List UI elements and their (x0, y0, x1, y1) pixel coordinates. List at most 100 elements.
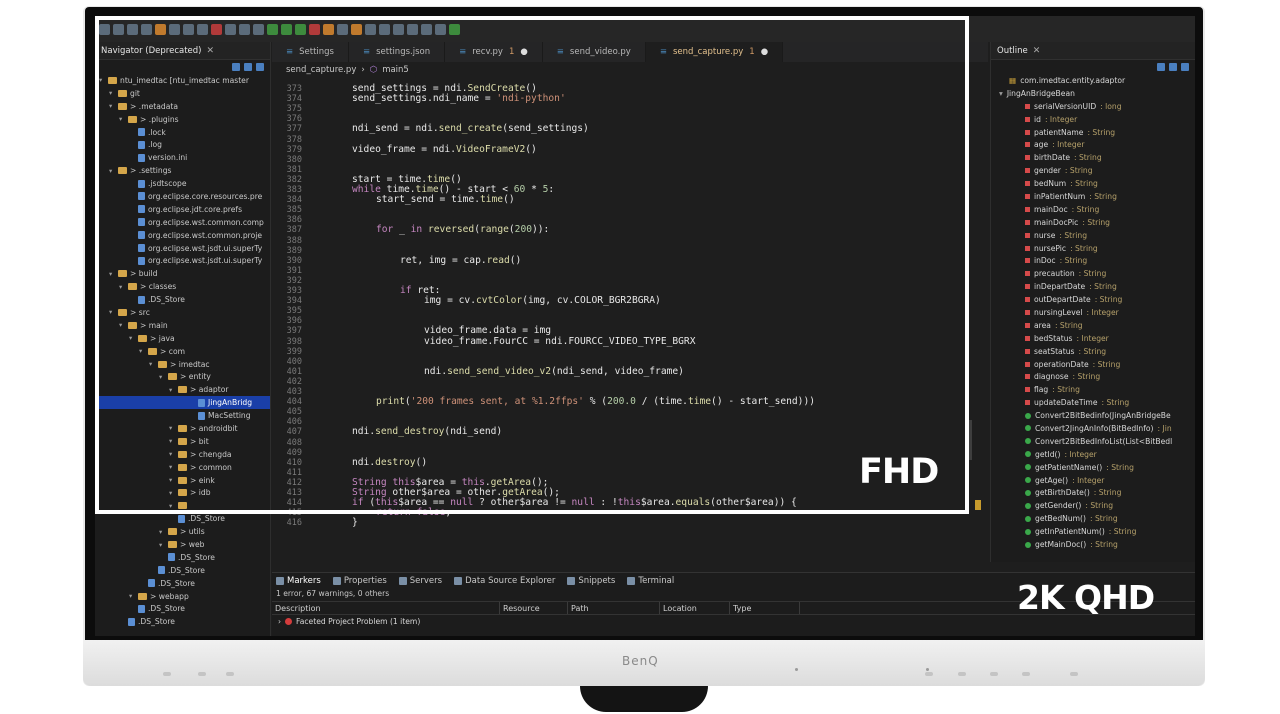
tree-item[interactable]: org.eclipse.wst.common.comp (95, 216, 270, 229)
chevron-down-icon[interactable]: ▾ (109, 308, 115, 316)
tree-item[interactable]: ▾ > entity (95, 370, 270, 383)
link-editor-icon[interactable] (244, 63, 252, 71)
outline-item[interactable]: getInPatientNum(): String (991, 525, 1195, 538)
tree-item[interactable]: .log (95, 138, 270, 151)
forward-icon[interactable] (435, 23, 446, 35)
breadcrumb-symbol[interactable]: main5 (382, 65, 409, 75)
outline-item[interactable]: bedNum: String (991, 177, 1195, 190)
code-line[interactable]: video_frame.FourCC = ndi.FOURCC_VIDEO_TY… (424, 336, 695, 347)
control-button[interactable] (1022, 672, 1030, 676)
chevron-down-icon[interactable]: ▾ (169, 424, 175, 432)
chevron-down-icon[interactable]: ▾ (119, 321, 125, 329)
outline-item[interactable]: bedStatus: Integer (991, 332, 1195, 345)
tree-item[interactable]: ▾ ntu_imedtac [ntu_imedtac master (95, 74, 270, 87)
perspective-icon[interactable] (449, 23, 460, 35)
navigator-title[interactable]: Navigator (Deprecated) (101, 46, 201, 56)
external-tools-icon[interactable] (309, 23, 320, 35)
power-button[interactable] (1070, 672, 1078, 676)
chevron-down-icon[interactable]: ▾ (109, 270, 115, 278)
tree-item[interactable]: JingAnBridg (95, 396, 270, 410)
new-project-icon[interactable] (323, 23, 334, 35)
outline-item[interactable]: Convert2BitBedInfoList(List<BitBedl (991, 435, 1195, 448)
tree-item[interactable]: ▾ > androidbit (95, 422, 270, 435)
tree-item[interactable]: ▾ > webapp (95, 590, 270, 603)
step-return-icon[interactable] (239, 23, 250, 35)
tree-item[interactable]: org.eclipse.wst.common.proje (95, 229, 270, 242)
tree-item[interactable]: org.eclipse.wst.jsdt.ui.superTy (95, 254, 270, 267)
outline-item[interactable]: id: Integer (991, 113, 1195, 126)
outline-item[interactable]: operationDate: String (991, 358, 1195, 371)
tree-item[interactable]: ▾ > idb (95, 487, 270, 500)
column-header[interactable]: Path (568, 602, 660, 614)
editor-tab[interactable]: ≡ Settings (272, 42, 349, 62)
chevron-down-icon[interactable]: ▾ (129, 334, 135, 342)
code-line[interactable]: send_settings.ndi_name = 'ndi-python' (352, 93, 566, 104)
outline-item[interactable]: precaution: String (991, 267, 1195, 280)
next-annotation-icon[interactable] (407, 23, 418, 35)
chevron-down-icon[interactable]: ▾ (169, 437, 175, 445)
code-line[interactable]: video_frame = ndi.VideoFrameV2() (352, 144, 537, 155)
tree-item[interactable]: ▾ > .metadata (95, 100, 270, 113)
save-all-icon[interactable] (127, 23, 138, 35)
outline-item[interactable]: birthDate: String (991, 151, 1195, 164)
outline-item[interactable]: Convert2JingAnInfo(BitBedInfo): Jin (991, 422, 1195, 435)
tree-item[interactable]: .DS_Store (95, 603, 270, 616)
outline-item[interactable]: getMainDoc(): String (991, 538, 1195, 551)
code-line[interactable]: print('200 frames sent, at %1.2ffps' % (… (376, 396, 815, 407)
code-line[interactable]: } (352, 517, 358, 528)
tree-item[interactable]: ▾ > web (95, 538, 270, 551)
build-icon[interactable] (155, 23, 166, 35)
new-file-icon[interactable] (99, 23, 110, 35)
outline-item[interactable]: inDepartDate: String (991, 280, 1195, 293)
control-button[interactable] (958, 672, 966, 676)
chevron-right-icon[interactable]: › (278, 617, 281, 626)
code-line[interactable]: for _ in reversed(range(200)): (376, 224, 549, 235)
tree-item[interactable]: ▾ > common (95, 461, 270, 474)
outline-item[interactable]: getAge(): Integer (991, 474, 1195, 487)
editor-tab[interactable]: ≡ recv.py 1 ● (445, 42, 543, 62)
tree-item[interactable]: ▾ > utils (95, 525, 270, 538)
outline-item[interactable]: area: String (991, 319, 1195, 332)
debug-icon[interactable] (267, 23, 278, 35)
chevron-down-icon[interactable]: ▾ (139, 347, 145, 355)
breadcrumb-file[interactable]: send_capture.py (286, 65, 356, 75)
chevron-down-icon[interactable]: ▾ (109, 89, 115, 97)
tree-item[interactable]: ▾ > adaptor (95, 383, 270, 396)
chevron-down-icon[interactable]: ▾ (169, 489, 175, 497)
save-icon[interactable] (113, 23, 124, 35)
close-icon[interactable]: ✕ (206, 46, 214, 56)
tree-item[interactable]: ▾ > eink (95, 474, 270, 487)
outline-item[interactable]: patientName: String (991, 126, 1195, 139)
chevron-down-icon[interactable]: ▾ (169, 502, 175, 510)
outline-item[interactable]: seatStatus: String (991, 345, 1195, 358)
code-line[interactable]: start_send = time.time() (376, 194, 515, 205)
chevron-down-icon[interactable]: ▾ (169, 476, 175, 484)
control-button[interactable] (925, 672, 933, 676)
collapse-all-icon[interactable] (232, 63, 240, 71)
tree-item[interactable]: ▾ > chengda (95, 448, 270, 461)
tree-item[interactable]: org.eclipse.jdt.core.prefs (95, 203, 270, 216)
outline-item[interactable]: gender: String (991, 164, 1195, 177)
outline-title[interactable]: Outline (997, 46, 1028, 56)
chevron-down-icon[interactable]: ▾ (119, 115, 125, 123)
bottom-tab-servers[interactable]: Servers (398, 576, 442, 586)
outline-item[interactable]: nursePic: String (991, 242, 1195, 255)
code-area[interactable]: 373 send_settings = ndi.SendCreate() 374 se… (272, 82, 988, 572)
editor-tab[interactable]: ≡ settings.json (349, 42, 446, 62)
bottom-tab-data-source-explorer[interactable]: Data Source Explorer (454, 576, 555, 586)
column-header[interactable]: Description (272, 602, 500, 614)
chevron-down-icon[interactable]: ▾ (169, 386, 175, 394)
column-header[interactable]: Location (660, 602, 730, 614)
code-line[interactable]: ndi.send_send_video_v2(ndi_send, video_f… (424, 366, 684, 377)
terminate-icon[interactable] (211, 23, 222, 35)
code-line[interactable]: img = cv.cvtColor(img, cv.COLOR_BGR2BGRA… (424, 295, 661, 306)
view-menu-icon[interactable] (256, 63, 264, 71)
outline-item[interactable]: getPatientName(): String (991, 461, 1195, 474)
tree-item[interactable]: ▾ > imedtac (95, 358, 270, 371)
outline-item[interactable]: nursingLevel: Integer (991, 306, 1195, 319)
unsaved-dot-icon[interactable]: ● (520, 47, 527, 57)
code-line[interactable]: ndi.send_destroy(ndi_send) (352, 426, 502, 437)
overview-ruler-marker[interactable] (975, 500, 981, 510)
print-icon[interactable] (141, 23, 152, 35)
chevron-down-icon[interactable]: ▾ (109, 102, 115, 110)
